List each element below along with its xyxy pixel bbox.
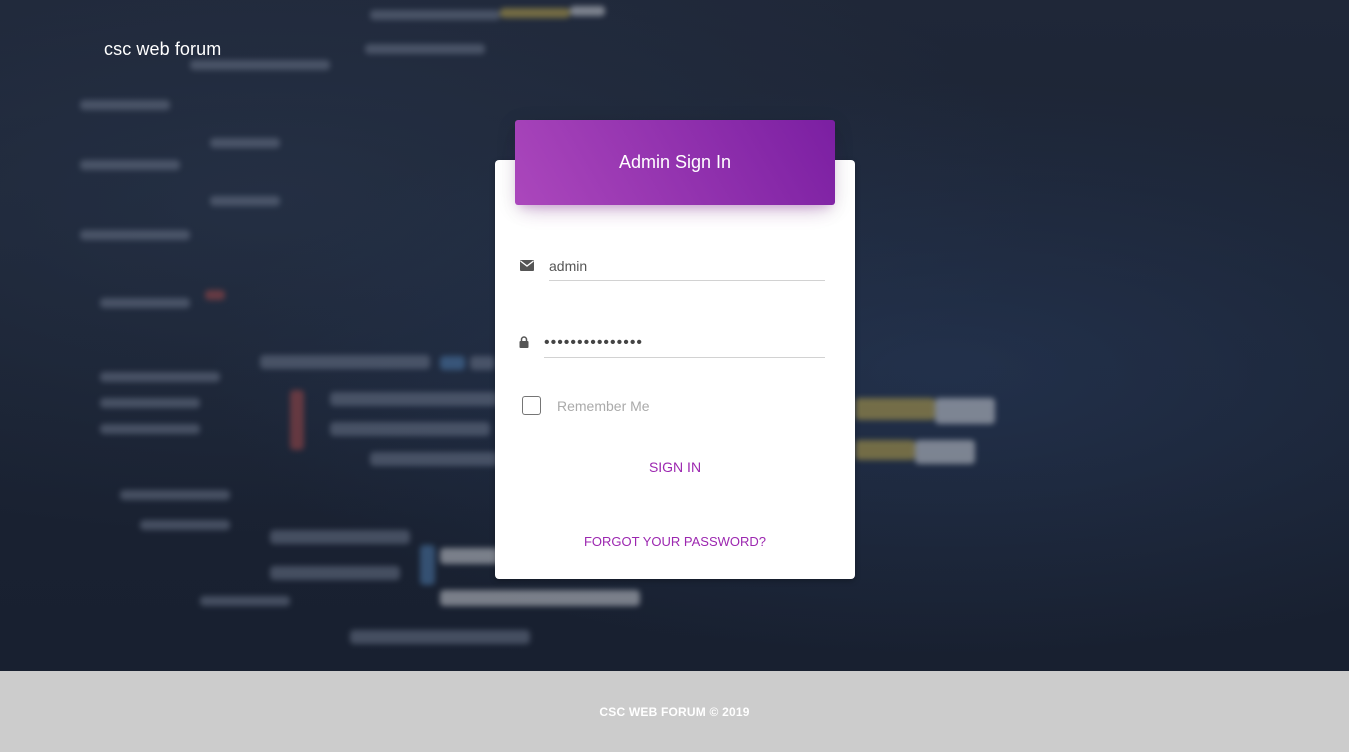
- password-input[interactable]: [544, 328, 825, 358]
- remember-me-label[interactable]: Remember Me: [557, 398, 650, 414]
- forgot-password-link[interactable]: FORGOT YOUR PASSWORD?: [495, 534, 855, 549]
- email-field-group: [519, 251, 825, 281]
- remember-me[interactable]: Remember Me: [522, 395, 650, 416]
- login-card: [495, 160, 855, 579]
- envelope-icon: [519, 257, 535, 273]
- remember-me-checkbox[interactable]: [522, 396, 541, 415]
- login-card-header: Admin Sign In: [515, 120, 835, 205]
- password-field-group: [519, 328, 825, 358]
- login-page: csc web forum Admin Sign In Remember Me …: [0, 0, 1349, 752]
- brand-title[interactable]: csc web forum: [104, 39, 221, 60]
- card-header-title: Admin Sign In: [618, 152, 732, 172]
- lock-icon: [519, 334, 529, 350]
- footer-copyright: CSC WEB FORUM © 2019: [599, 704, 750, 719]
- footer: CSC WEB FORUM © 2019: [0, 671, 1349, 752]
- email-input[interactable]: [549, 251, 825, 281]
- sign-in-button[interactable]: SIGN IN: [495, 459, 855, 475]
